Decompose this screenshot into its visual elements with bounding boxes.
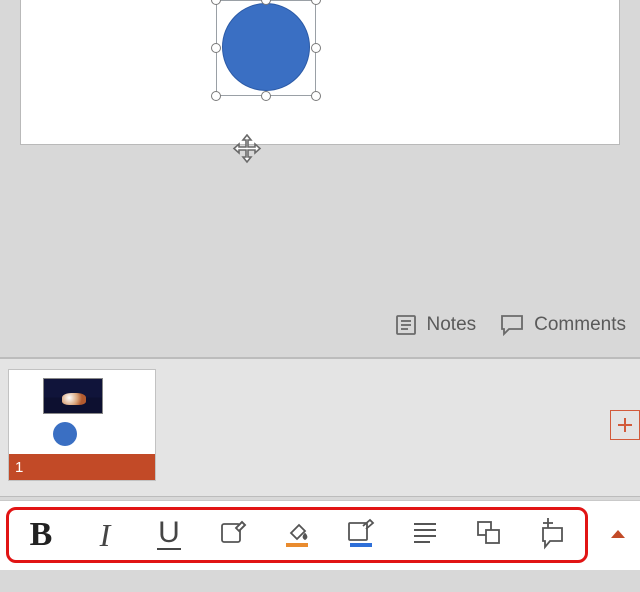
paragraph-button[interactable] [393, 510, 457, 560]
slide-thumbnail-strip: 1 [0, 357, 640, 497]
paragraph-icon [411, 520, 439, 551]
resize-handle-bot-right[interactable] [311, 91, 321, 101]
thumbnail-index: 1 [15, 459, 23, 476]
new-text-box-icon [538, 516, 568, 555]
add-slide-button[interactable] [610, 410, 640, 440]
fill-color-icon [281, 517, 313, 554]
bold-icon: B [30, 516, 53, 554]
comments-button[interactable]: Comments [500, 314, 626, 336]
bold-button[interactable]: B [9, 510, 73, 560]
toolbar-highlight-box: B I U [6, 507, 588, 563]
move-cursor-icon [232, 134, 262, 164]
resize-handle-bot-mid[interactable] [261, 91, 271, 101]
new-text-box-button[interactable] [521, 510, 585, 560]
thumbnail-index-band: 1 [9, 454, 155, 480]
slide-thumbnail[interactable]: 1 [8, 369, 156, 481]
slide-canvas-area [0, 0, 640, 360]
outline-color-icon [345, 517, 377, 554]
notes-button[interactable]: Notes [395, 314, 477, 336]
resize-handle-mid-right[interactable] [311, 43, 321, 53]
slide-surface[interactable] [20, 0, 620, 145]
resize-handle-mid-left[interactable] [211, 43, 221, 53]
format-toolbar: B I U [0, 500, 640, 570]
notes-icon [395, 314, 417, 336]
format-painter-icon [218, 518, 248, 553]
notes-label: Notes [427, 314, 477, 336]
italic-button[interactable]: I [73, 510, 137, 560]
comment-icon [500, 314, 524, 336]
expand-caret-icon [610, 526, 626, 544]
toolbar-expand-button[interactable] [606, 523, 630, 547]
format-painter-button[interactable] [201, 510, 265, 560]
thumbnail-hero-image [43, 378, 103, 414]
comments-label: Comments [534, 314, 626, 336]
underline-icon: U [157, 520, 181, 550]
selected-shape[interactable] [216, 0, 316, 96]
circle-shape[interactable] [222, 3, 310, 91]
outline-color-button[interactable] [329, 510, 393, 560]
underline-button[interactable]: U [137, 510, 201, 560]
italic-icon: I [100, 517, 111, 554]
thumbnail-circle [53, 422, 77, 446]
resize-handle-bot-left[interactable] [211, 91, 221, 101]
arrange-icon [474, 518, 504, 553]
fill-color-button[interactable] [265, 510, 329, 560]
resize-handle-top-right[interactable] [311, 0, 321, 5]
arrange-button[interactable] [457, 510, 521, 560]
